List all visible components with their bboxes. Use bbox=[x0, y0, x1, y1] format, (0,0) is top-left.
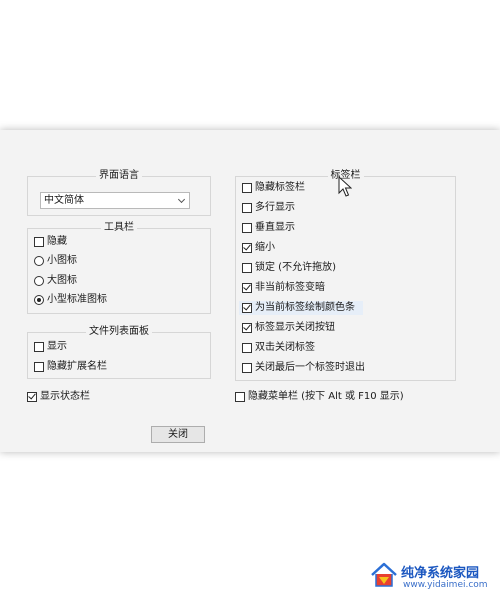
show-status-bar-option[interactable]: 显示状态栏 bbox=[27, 390, 90, 404]
small-standard-icons-label: 小型标准图标 bbox=[47, 294, 107, 305]
watermark: 纯净系统家园 www.yidaimei.com bbox=[369, 544, 499, 594]
multi-row-checkbox[interactable] bbox=[242, 203, 252, 213]
color-bar-option[interactable]: 为当前标签绘制颜色条 bbox=[242, 301, 355, 315]
file-list-panel-group: 文件列表面板 显示 隐藏扩展名栏 bbox=[27, 325, 211, 379]
double-click-close-label: 双击关闭标签 bbox=[255, 342, 315, 353]
toolbar-group: 工具栏 隐藏 小图标 大图标 小型标准图标 bbox=[27, 221, 211, 314]
exit-on-last-tab-checkbox[interactable] bbox=[242, 363, 252, 373]
file-list-panel-legend: 文件列表面板 bbox=[86, 325, 152, 339]
small-standard-icons-option[interactable]: 小型标准图标 bbox=[34, 293, 107, 307]
double-click-close-option[interactable]: 双击关闭标签 bbox=[242, 341, 315, 355]
settings-dialog: 界面语言 中文简体 工具栏 隐藏 小图标 大图标 小型标准图标 文件列表面板 显… bbox=[0, 130, 500, 452]
language-select[interactable]: 中文简体 bbox=[40, 192, 190, 209]
hide-tab-bar-option[interactable]: 隐藏标签栏 bbox=[242, 181, 305, 195]
toolbar-hide-label: 隐藏 bbox=[47, 236, 67, 247]
show-status-bar-label: 显示状态栏 bbox=[40, 391, 90, 402]
interface-language-group: 界面语言 中文简体 bbox=[27, 169, 211, 216]
double-click-close-checkbox[interactable] bbox=[242, 343, 252, 353]
toolbar-legend: 工具栏 bbox=[101, 221, 137, 235]
vertical-display-checkbox[interactable] bbox=[242, 223, 252, 233]
watermark-title: 纯净系统家园 bbox=[401, 566, 480, 581]
hide-tab-bar-checkbox[interactable] bbox=[242, 183, 252, 193]
close-button[interactable]: 关闭 bbox=[151, 426, 205, 443]
dim-inactive-tabs-option[interactable]: 非当前标签变暗 bbox=[242, 281, 325, 295]
house-logo-icon bbox=[371, 562, 397, 587]
watermark-url: www.yidaimei.com bbox=[403, 580, 488, 590]
tab-close-button-label: 标签显示关闭按钮 bbox=[255, 322, 335, 333]
color-bar-label: 为当前标签绘制颜色条 bbox=[255, 302, 355, 313]
show-status-bar-checkbox[interactable] bbox=[27, 392, 37, 402]
hide-menu-bar-option[interactable]: 隐藏菜单栏 (按下 Alt 或 F10 显示) bbox=[235, 390, 404, 404]
hide-extension-column-label: 隐藏扩展名栏 bbox=[47, 361, 107, 372]
shrink-option[interactable]: 缩小 bbox=[242, 241, 275, 255]
small-icons-option[interactable]: 小图标 bbox=[34, 254, 77, 268]
lock-checkbox[interactable] bbox=[242, 263, 252, 273]
large-icons-label: 大图标 bbox=[47, 275, 77, 286]
multi-row-option[interactable]: 多行显示 bbox=[242, 201, 295, 215]
file-list-show-label: 显示 bbox=[47, 341, 67, 352]
file-list-show-option[interactable]: 显示 bbox=[34, 340, 67, 354]
tab-close-button-option[interactable]: 标签显示关闭按钮 bbox=[242, 321, 335, 335]
hide-extension-column-option[interactable]: 隐藏扩展名栏 bbox=[34, 360, 107, 374]
hover-row-container: 为当前标签绘制颜色条 bbox=[236, 301, 457, 315]
chevron-down-icon bbox=[177, 195, 186, 204]
shrink-checkbox[interactable] bbox=[242, 243, 252, 253]
small-icons-label: 小图标 bbox=[47, 255, 77, 266]
large-icons-option[interactable]: 大图标 bbox=[34, 274, 77, 288]
vertical-display-label: 垂直显示 bbox=[255, 222, 295, 233]
multi-row-label: 多行显示 bbox=[255, 202, 295, 213]
color-bar-checkbox[interactable] bbox=[242, 303, 252, 313]
tab-bar-group: 标签栏 隐藏标签栏 多行显示 垂直显示 缩小 锁定 (不允许拖放) 非当前标签变… bbox=[235, 169, 457, 381]
toolbar-hide-option[interactable]: 隐藏 bbox=[34, 235, 67, 249]
toolbar-hide-checkbox[interactable] bbox=[34, 237, 44, 247]
hide-menu-bar-label: 隐藏菜单栏 (按下 Alt 或 F10 显示) bbox=[248, 391, 404, 402]
shrink-label: 缩小 bbox=[255, 242, 275, 253]
language-select-value: 中文简体 bbox=[44, 195, 84, 206]
dim-inactive-tabs-label: 非当前标签变暗 bbox=[255, 282, 325, 293]
hide-menu-bar-checkbox[interactable] bbox=[235, 392, 245, 402]
file-list-show-checkbox[interactable] bbox=[34, 342, 44, 352]
interface-language-legend: 界面语言 bbox=[96, 169, 142, 183]
vertical-display-option[interactable]: 垂直显示 bbox=[242, 221, 295, 235]
exit-on-last-tab-option[interactable]: 关闭最后一个标签时退出 bbox=[242, 361, 365, 375]
hide-extension-column-checkbox[interactable] bbox=[34, 362, 44, 372]
lock-label: 锁定 (不允许拖放) bbox=[255, 262, 336, 273]
hide-tab-bar-label: 隐藏标签栏 bbox=[255, 182, 305, 193]
mouse-pointer-icon bbox=[338, 176, 352, 197]
exit-on-last-tab-label: 关闭最后一个标签时退出 bbox=[255, 362, 365, 373]
dim-inactive-tabs-checkbox[interactable] bbox=[242, 283, 252, 293]
lock-option[interactable]: 锁定 (不允许拖放) bbox=[242, 261, 336, 275]
small-icons-radio[interactable] bbox=[34, 256, 44, 266]
small-standard-icons-radio[interactable] bbox=[34, 295, 44, 305]
tab-close-button-checkbox[interactable] bbox=[242, 323, 252, 333]
large-icons-radio[interactable] bbox=[34, 276, 44, 286]
